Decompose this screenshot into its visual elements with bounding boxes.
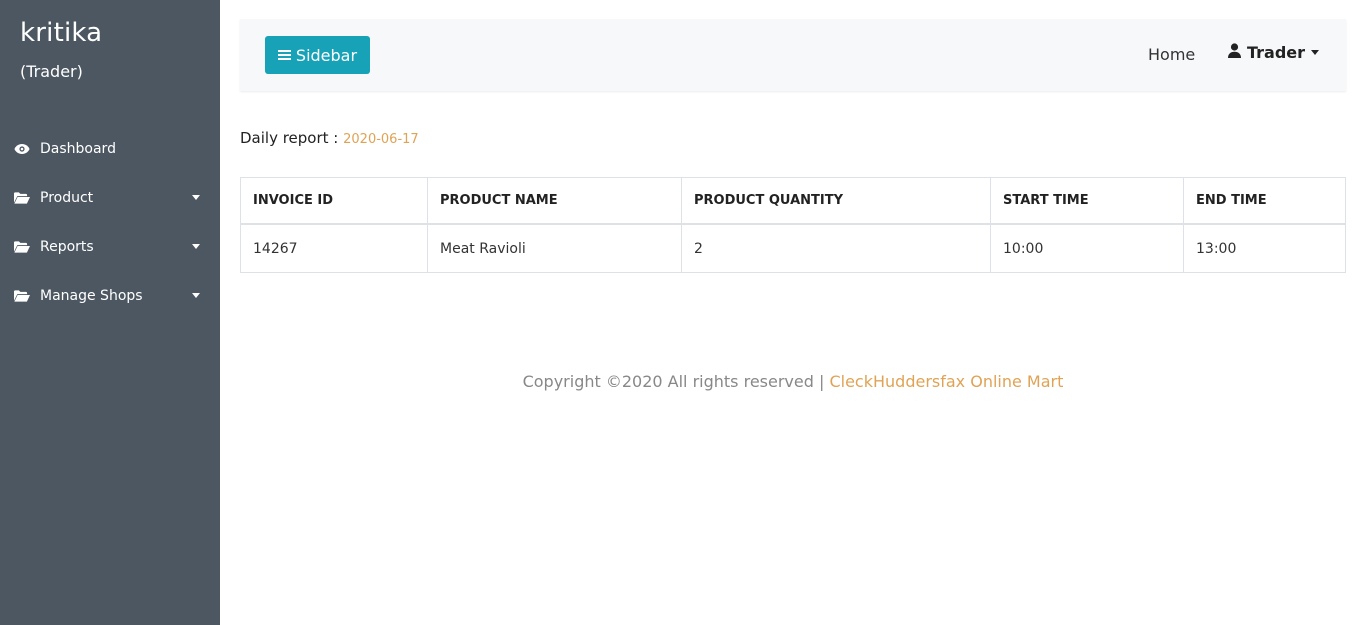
sidebar-toggle-label: Sidebar xyxy=(295,45,358,65)
sidebar-toggle-button[interactable]: Sidebar xyxy=(265,36,370,74)
report-heading: Daily report : 2020-06-17 xyxy=(240,129,419,147)
sidebar-item-reports[interactable]: Reports xyxy=(0,222,220,271)
user-menu-dropdown[interactable]: Trader xyxy=(1228,43,1320,62)
folder-open-icon xyxy=(14,190,30,206)
column-header: PRODUCT NAME xyxy=(427,177,682,225)
user-icon xyxy=(1228,43,1241,62)
table-cell: 13:00 xyxy=(1183,223,1346,273)
folder-open-icon xyxy=(14,239,30,255)
report-title: Daily report : xyxy=(240,129,339,147)
column-header: PRODUCT QUANTITY xyxy=(681,177,991,225)
sidebar-nav: Dashboard Product Reports Manage Shops xyxy=(0,124,220,320)
sidebar-item-manage-shops[interactable]: Manage Shops xyxy=(0,271,220,320)
table-cell: 2 xyxy=(681,223,991,273)
main-content: Sidebar Home Trader Daily report : 2020-… xyxy=(220,0,1366,625)
home-link[interactable]: Home xyxy=(1148,45,1195,64)
footer-copyright: Copyright ©2020 All rights reserved | xyxy=(522,372,825,391)
report-date: 2020-06-17 xyxy=(343,132,419,147)
top-navbar: Sidebar Home Trader xyxy=(240,19,1346,91)
user-menu-label: Trader xyxy=(1247,43,1306,62)
eye-icon xyxy=(14,141,30,157)
sidebar-item-label: Manage Shops xyxy=(40,287,143,304)
sidebar-item-label: Dashboard xyxy=(40,140,116,157)
menu-icon xyxy=(277,48,291,62)
sidebar-item-product[interactable]: Product xyxy=(0,173,220,222)
chevron-down-icon xyxy=(1311,50,1320,55)
footer-brand-link[interactable]: CleckHuddersfax Online Mart xyxy=(829,372,1063,391)
table-header-row: INVOICE ID PRODUCT NAME PRODUCT QUANTITY… xyxy=(240,177,1346,225)
column-header: END TIME xyxy=(1183,177,1346,225)
table-row: 14267 Meat Ravioli 2 10:00 13:00 xyxy=(240,223,1346,273)
footer: Copyright ©2020 All rights reserved | Cl… xyxy=(220,372,1366,391)
chevron-down-icon xyxy=(192,195,200,200)
sidebar: kritika (Trader) Dashboard Product Repor… xyxy=(0,0,220,625)
user-name: kritika xyxy=(20,18,103,48)
sidebar-item-dashboard[interactable]: Dashboard xyxy=(0,124,220,173)
chevron-down-icon xyxy=(192,293,200,298)
column-header: INVOICE ID xyxy=(240,177,428,225)
user-role: (Trader) xyxy=(20,62,83,81)
column-header: START TIME xyxy=(990,177,1184,225)
folder-open-icon xyxy=(14,288,30,304)
table-cell: Meat Ravioli xyxy=(427,223,682,273)
chevron-down-icon xyxy=(192,244,200,249)
sidebar-item-label: Reports xyxy=(40,238,94,255)
report-table: INVOICE ID PRODUCT NAME PRODUCT QUANTITY… xyxy=(240,177,1346,273)
table-cell: 14267 xyxy=(240,223,428,273)
sidebar-item-label: Product xyxy=(40,189,94,206)
table-cell: 10:00 xyxy=(990,223,1184,273)
